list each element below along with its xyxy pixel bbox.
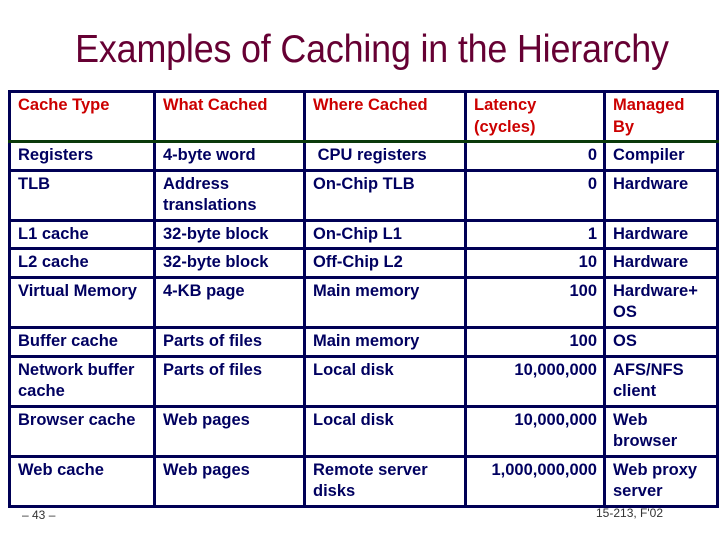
cell-managed-by: Hardware [603,168,719,222]
cell-latency: 1,000,000,000 [464,454,606,508]
cell-cache-type: Virtual Memory [8,275,156,329]
cell-what-cached: 32-byte block [153,247,306,279]
table-row: Network buffer cache Parts of files Loca… [8,354,719,408]
cell-what-cached: Parts of files [153,354,306,408]
cell-cache-type: L1 cache [8,218,156,250]
cell-what-cached: Parts of files [153,325,306,358]
header-where-cached: Where Cached [303,90,467,143]
cell-managed-by: OS [603,325,719,358]
header-what-cached: What Cached [153,90,306,143]
cell-what-cached: Web pages [153,454,306,508]
table-row: L2 cache 32-byte block Off-Chip L2 10 Ha… [8,247,719,279]
cell-where-cached: On-Chip L1 [303,218,467,250]
cell-latency: 1 [464,218,606,250]
cell-cache-type: Web cache [8,454,156,508]
cell-where-cached: Remote server disks [303,454,467,508]
header-latency: Latency (cycles) [464,90,606,143]
cell-latency: 100 [464,275,606,329]
cell-managed-by: Hardware [603,218,719,250]
cell-managed-by: AFS/NFS client [603,354,719,408]
cell-where-cached: CPU registers [303,140,467,172]
table-row: Buffer cache Parts of files Main memory … [8,325,719,358]
cell-cache-type: L2 cache [8,247,156,279]
caching-examples-table: Cache Type What Cached Where Cached Late… [8,90,719,508]
cell-cache-type: Browser cache [8,404,156,458]
cell-where-cached: Off-Chip L2 [303,247,467,279]
cell-latency: 100 [464,325,606,358]
table-row: TLB Address translations On-Chip TLB 0 H… [8,168,719,222]
header-cache-type: Cache Type [8,90,156,143]
slide-title: Examples of Caching in the Hierarchy [75,28,669,71]
cell-latency: 10,000,000 [464,404,606,458]
cell-managed-by: Hardware+ OS [603,275,719,329]
table-row: L1 cache 32-byte block On-Chip L1 1 Hard… [8,218,719,250]
course-label: 15-213, F'02 [596,506,664,520]
table-row: Virtual Memory 4-KB page Main memory 100… [8,275,719,329]
cell-cache-type: Buffer cache [8,325,156,358]
cell-managed-by: Web browser [603,404,719,458]
header-managed-by: Managed By [603,90,719,143]
cell-cache-type: Registers [8,140,156,172]
cell-what-cached: Web pages [153,404,306,458]
page-number: – 43 – [22,508,56,522]
cell-managed-by: Web proxy server [603,454,719,508]
table-row: Web cache Web pages Remote server disks … [8,454,719,508]
cell-latency: 0 [464,168,606,222]
cell-latency: 0 [464,140,606,172]
table-header-row: Cache Type What Cached Where Cached Late… [8,90,719,143]
cell-where-cached: On-Chip TLB [303,168,467,222]
cell-what-cached: 4-KB page [153,275,306,329]
cell-where-cached: Local disk [303,354,467,408]
table-row: Registers 4-byte word CPU registers 0 Co… [8,140,719,172]
cell-cache-type: Network buffer cache [8,354,156,408]
cell-managed-by: Hardware [603,247,719,279]
cell-latency: 10 [464,247,606,279]
cell-what-cached: Address translations [153,168,306,222]
cell-what-cached: 32-byte block [153,218,306,250]
table-row: Browser cache Web pages Local disk 10,00… [8,404,719,458]
cell-managed-by: Compiler [603,140,719,172]
cell-where-cached: Local disk [303,404,467,458]
cell-latency: 10,000,000 [464,354,606,408]
cell-where-cached: Main memory [303,325,467,358]
cell-cache-type: TLB [8,168,156,222]
cell-what-cached: 4-byte word [153,140,306,172]
cell-where-cached: Main memory [303,275,467,329]
